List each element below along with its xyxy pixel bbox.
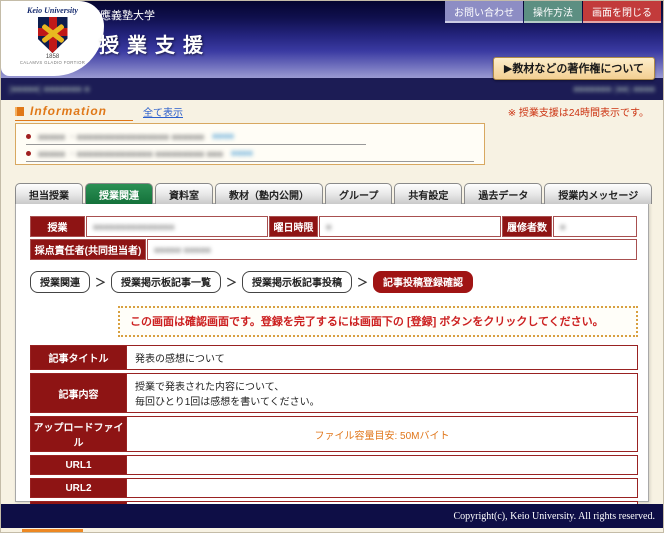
header-buttons: お問い合わせ 操作方法 画面を閉じる [445,1,661,23]
how-to-button[interactable]: 操作方法 [524,1,582,23]
info-item-text: ■■■■■ ・■■■■■■■■■■■■■■■■■ ■■■■■■ [38,130,204,143]
info-item-link[interactable]: ■■■■ [231,148,253,158]
day-period-value: ■ [319,216,501,237]
info-item-text: ■■■■■ ・■■■■■■■■■■■■■■ ■■■■■■■■■ ■■■ [38,147,223,160]
app-title: 授業支援 [99,29,211,58]
copyright-text: Copyright(c), Keio University. All right… [453,511,655,522]
class-label: 授業 [30,216,85,237]
university-name: 慶應義塾大学 [89,7,155,23]
content-area: Information 全て表示 ※ 授業支援は24時間表示です。 ■■■■■ … [1,100,663,506]
article-form-table: 記事タイトル 発表の感想について 記事内容 授業で発表された内容について、 毎回… [30,345,638,521]
article-title-value: 発表の感想について [127,346,637,369]
breadcrumb-class-related[interactable]: 授業関連 [30,271,90,293]
url2-label: URL2 [31,479,127,497]
tab-bar: 担当授業 授業関連 資料室 教材（塾内公開） グループ 共有設定 過去データ 授… [15,183,649,204]
confirm-message: この画面は確認画面です。登録を完了するには画面下の [登録] ボタンをクリックし… [130,316,604,328]
tab-past-data[interactable]: 過去データ [464,183,542,204]
tab-class-related[interactable]: 授業関連 [85,183,153,204]
24h-note: ※ 授業支援は24時間表示です。 [508,104,649,121]
file-size-note: ファイル容量目安: 50Mバイト [135,427,629,442]
user-bar: [■■■■■] ■■■■■■■ ■ ■■■■■■■ (■■) ■■■■ [1,78,663,100]
breadcrumb: 授業関連 ＞ 授業掲示板記事一覧 ＞ 授業掲示板記事投稿 ＞ 記事投稿登録確認 [30,271,634,293]
tab-share-settings[interactable]: 共有設定 [394,183,462,204]
breadcrumb-post-confirm: 記事投稿登録確認 [373,271,473,293]
logo-motto: CALAMVS GLADIO FORTIOR [9,60,97,65]
table-row: アップロードファイル ファイル容量目安: 50Mバイト [30,416,638,452]
action-buttons: ▶登録 ▶戻る [30,529,634,533]
user-info-text: [■■■■■] ■■■■■■■ ■ [9,84,90,94]
information-item: ■■■■■ ・■■■■■■■■■■■■■■ ■■■■■■■■■ ■■■ ■■■■ [26,145,474,162]
materials-copyright-button[interactable]: ▶教材などの著作権について [493,57,655,80]
datetime-text: ■■■■■■■ (■■) ■■■■ [573,84,655,94]
tab-materials[interactable]: 教材（塾内公開） [215,183,323,204]
url1-value [127,456,637,474]
info-item-link[interactable]: ■■■■ [212,131,234,141]
upload-file-value: ファイル容量目安: 50Mバイト [127,417,637,451]
article-body-value: 授業で発表された内容について、 毎回ひとり1回は感想を書いてください。 [127,374,637,412]
breadcrumb-article-post[interactable]: 授業掲示板記事投稿 [242,271,352,293]
contact-button[interactable]: お問い合わせ [445,1,523,23]
close-screen-button[interactable]: 画面を閉じる [583,1,661,23]
information-title: Information [30,104,107,118]
header: Keio University 1858 CALAMVS GLADIO FORT… [1,1,663,78]
article-body-label: 記事内容 [31,374,127,412]
chevron-right-icon: ＞ [226,274,237,290]
information-item: ■■■■■ ・■■■■■■■■■■■■■■■■■ ■■■■■■ ■■■■ [26,128,366,145]
chevron-right-icon: ＞ [357,274,368,290]
register-highlight-annotation: ▶登録 [22,529,83,533]
keio-shield-icon [38,17,68,53]
confirm-message-box: この画面は確認画面です。登録を完了するには画面下の [登録] ボタンをクリックし… [118,306,638,337]
tab-group[interactable]: グループ [325,183,392,204]
class-value: ■■■■■■■■■■■■■■■ [86,216,268,237]
breadcrumb-article-list[interactable]: 授業掲示板記事一覧 [111,271,221,293]
information-header: Information 全て表示 ※ 授業支援は24時間表示です。 [15,104,649,121]
table-row: 記事内容 授業で発表された内容について、 毎回ひとり1回は感想を書いてください。 [30,373,638,413]
table-row: URL1 [30,455,638,475]
grader-label: 採点責任者(共同担当者) [30,239,146,260]
bullet-icon [26,151,31,156]
information-box: ■■■■■ ・■■■■■■■■■■■■■■■■■ ■■■■■■ ■■■■ ■■■… [15,123,485,165]
article-title-label: 記事タイトル [31,346,127,369]
tab-assigned-classes[interactable]: 担当授業 [15,183,83,204]
show-all-link[interactable]: 全て表示 [143,104,183,121]
information-icon [15,107,24,116]
chevron-right-icon: ＞ [95,274,106,290]
table-row: URL2 [30,478,638,498]
url1-label: URL1 [31,456,127,474]
main-panel: 授業 ■■■■■■■■■■■■■■■ 曜日時限 ■ 履修者数 ■ 採点責任者(共… [15,203,649,502]
day-period-label: 曜日時限 [269,216,318,237]
class-support-page: Keio University 1858 CALAMVS GLADIO FORT… [0,0,664,533]
logo-year: 1858 [1,54,104,60]
tab-class-messages[interactable]: 授業内メッセージ [544,183,652,204]
url2-value [127,479,637,497]
tab-document-room[interactable]: 資料室 [155,183,213,204]
upload-file-label: アップロードファイル [31,417,127,451]
enrolled-value: ■ [553,216,637,237]
grader-value: ■■■■■ ■■■■■ [147,239,637,260]
enrolled-label: 履修者数 [502,216,552,237]
table-row: 記事タイトル 発表の感想について [30,345,638,370]
footer: Copyright(c), Keio University. All right… [1,504,663,528]
class-info-table: 授業 ■■■■■■■■■■■■■■■ 曜日時限 ■ 履修者数 ■ 採点責任者(共… [30,216,638,260]
bullet-icon [26,134,31,139]
